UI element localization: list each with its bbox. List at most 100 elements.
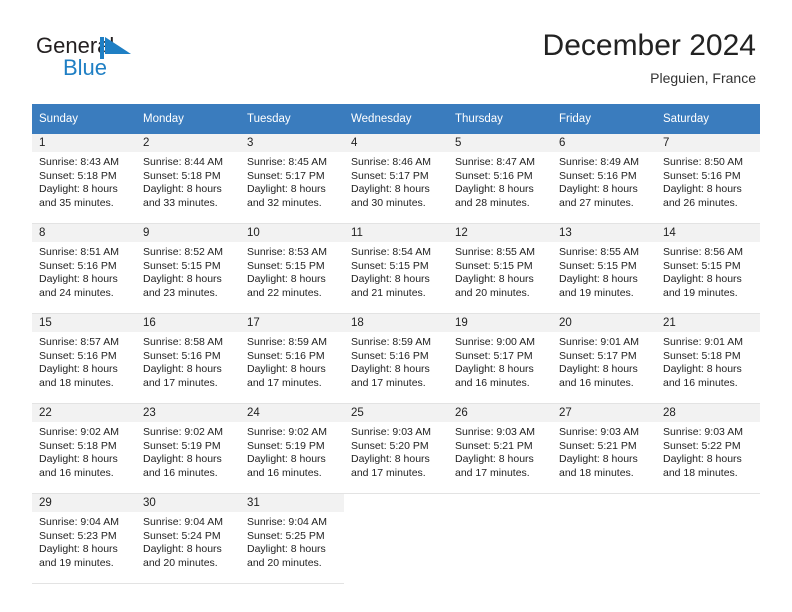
day-details bbox=[656, 512, 760, 516]
calendar-cell: 19 Sunrise: 9:00 AM Sunset: 5:17 PM Dayligh… bbox=[448, 314, 552, 404]
day-cell-10[interactable]: 10 Sunrise: 8:53 AM Sunset: 5:15 PM Dayligh… bbox=[240, 224, 344, 314]
day-cell-11[interactable]: 11 Sunrise: 8:54 AM Sunset: 5:15 PM Dayligh… bbox=[344, 224, 448, 314]
daylight-text-line1: Daylight: 8 hours bbox=[143, 363, 222, 376]
day-cell-31[interactable]: 31 Sunrise: 9:04 AM Sunset: 5:25 PM Dayligh… bbox=[240, 494, 344, 584]
day-cell-18[interactable]: 18 Sunrise: 8:59 AM Sunset: 5:16 PM Dayligh… bbox=[344, 314, 448, 404]
day-cell-22[interactable]: 22 Sunrise: 9:02 AM Sunset: 5:18 PM Dayligh… bbox=[32, 404, 136, 494]
day-details: Sunrise: 8:59 AM Sunset: 5:16 PM Daylight:… bbox=[344, 332, 448, 390]
day-cell-25[interactable]: 25 Sunrise: 9:03 AM Sunset: 5:20 PM Dayligh… bbox=[344, 404, 448, 494]
daylight-text-line2: and 17 minutes. bbox=[247, 376, 322, 389]
day-cell-14[interactable]: 14 Sunrise: 8:56 AM Sunset: 5:15 PM Dayligh… bbox=[656, 224, 760, 314]
calendar-cell: 7 Sunrise: 8:50 AM Sunset: 5:16 PM Daylight… bbox=[656, 134, 760, 224]
daylight-text-line1: Daylight: 8 hours bbox=[39, 183, 118, 196]
day-cell-24[interactable]: 24 Sunrise: 9:02 AM Sunset: 5:19 PM Dayligh… bbox=[240, 404, 344, 494]
calendar-week-row: 8 Sunrise: 8:51 AM Sunset: 5:16 PM Daylight… bbox=[32, 224, 760, 314]
calendar-cell: 10 Sunrise: 8:53 AM Sunset: 5:15 PM Dayligh… bbox=[240, 224, 344, 314]
sunrise-text: Sunrise: 8:55 AM bbox=[559, 246, 639, 258]
day-number: 5 bbox=[448, 134, 552, 152]
daylight-text-line2: and 17 minutes. bbox=[455, 466, 530, 479]
daylight-text-line1: Daylight: 8 hours bbox=[143, 453, 222, 466]
daylight-text-line1: Daylight: 8 hours bbox=[351, 363, 430, 376]
day-cell-5[interactable]: 5 Sunrise: 8:47 AM Sunset: 5:16 PM Daylight… bbox=[448, 134, 552, 224]
sunrise-text: Sunrise: 9:03 AM bbox=[559, 426, 639, 438]
daylight-text-line1: Daylight: 8 hours bbox=[143, 273, 222, 286]
day-details: Sunrise: 8:58 AM Sunset: 5:16 PM Daylight:… bbox=[136, 332, 240, 390]
day-cell-12[interactable]: 12 Sunrise: 8:55 AM Sunset: 5:15 PM Dayligh… bbox=[448, 224, 552, 314]
sunset-text: Sunset: 5:18 PM bbox=[39, 439, 117, 452]
sunrise-text: Sunrise: 8:57 AM bbox=[39, 336, 119, 348]
weekday-header-friday: Friday bbox=[552, 104, 656, 134]
day-number bbox=[344, 494, 448, 512]
weekday-header-monday: Monday bbox=[136, 104, 240, 134]
daylight-text-line1: Daylight: 8 hours bbox=[39, 543, 118, 556]
calendar-cell: 6 Sunrise: 8:49 AM Sunset: 5:16 PM Daylight… bbox=[552, 134, 656, 224]
daylight-text-line1: Daylight: 8 hours bbox=[351, 273, 430, 286]
day-cell-2[interactable]: 2 Sunrise: 8:44 AM Sunset: 5:18 PM Daylight… bbox=[136, 134, 240, 224]
calendar-body: 1 Sunrise: 8:43 AM Sunset: 5:18 PM Daylight… bbox=[32, 134, 760, 584]
day-details: Sunrise: 9:03 AM Sunset: 5:21 PM Daylight:… bbox=[552, 422, 656, 480]
day-cell-21[interactable]: 21 Sunrise: 9:01 AM Sunset: 5:18 PM Dayligh… bbox=[656, 314, 760, 404]
day-cell-6[interactable]: 6 Sunrise: 8:49 AM Sunset: 5:16 PM Daylight… bbox=[552, 134, 656, 224]
calendar-cell: 17 Sunrise: 8:59 AM Sunset: 5:16 PM Dayligh… bbox=[240, 314, 344, 404]
day-details bbox=[344, 512, 448, 516]
day-cell-29[interactable]: 29 Sunrise: 9:04 AM Sunset: 5:23 PM Dayligh… bbox=[32, 494, 136, 584]
day-cell-1[interactable]: 1 Sunrise: 8:43 AM Sunset: 5:18 PM Daylight… bbox=[32, 134, 136, 224]
calendar-cell: 1 Sunrise: 8:43 AM Sunset: 5:18 PM Daylight… bbox=[32, 134, 136, 224]
day-cell-13[interactable]: 13 Sunrise: 8:55 AM Sunset: 5:15 PM Dayligh… bbox=[552, 224, 656, 314]
sunset-text: Sunset: 5:21 PM bbox=[455, 439, 533, 452]
sunrise-text: Sunrise: 9:04 AM bbox=[39, 516, 119, 528]
daylight-text-line1: Daylight: 8 hours bbox=[351, 453, 430, 466]
weekday-header-tuesday: Tuesday bbox=[240, 104, 344, 134]
day-cell-30[interactable]: 30 Sunrise: 9:04 AM Sunset: 5:24 PM Dayligh… bbox=[136, 494, 240, 584]
calendar-cell: 23 Sunrise: 9:02 AM Sunset: 5:19 PM Dayligh… bbox=[136, 404, 240, 494]
daylight-text-line2: and 18 minutes. bbox=[559, 466, 634, 479]
day-number: 2 bbox=[136, 134, 240, 152]
daylight-text-line2: and 19 minutes. bbox=[663, 286, 738, 299]
sunrise-text: Sunrise: 8:52 AM bbox=[143, 246, 223, 258]
sunset-text: Sunset: 5:20 PM bbox=[351, 439, 429, 452]
day-details: Sunrise: 8:46 AM Sunset: 5:17 PM Daylight:… bbox=[344, 152, 448, 210]
sunset-text: Sunset: 5:17 PM bbox=[455, 349, 533, 362]
day-cell-28[interactable]: 28 Sunrise: 9:03 AM Sunset: 5:22 PM Dayligh… bbox=[656, 404, 760, 494]
daylight-text-line1: Daylight: 8 hours bbox=[559, 183, 638, 196]
sunrise-text: Sunrise: 9:01 AM bbox=[559, 336, 639, 348]
day-details: Sunrise: 9:04 AM Sunset: 5:24 PM Daylight:… bbox=[136, 512, 240, 570]
day-details: Sunrise: 8:44 AM Sunset: 5:18 PM Daylight:… bbox=[136, 152, 240, 210]
day-cell-empty bbox=[552, 494, 656, 584]
day-details bbox=[552, 512, 656, 516]
day-details: Sunrise: 8:49 AM Sunset: 5:16 PM Daylight:… bbox=[552, 152, 656, 210]
calendar-page: General Blue December 2024 Pleguien, Fra… bbox=[0, 0, 792, 612]
daylight-text-line1: Daylight: 8 hours bbox=[455, 453, 534, 466]
day-cell-empty bbox=[656, 494, 760, 584]
sunrise-text: Sunrise: 9:03 AM bbox=[351, 426, 431, 438]
day-cell-8[interactable]: 8 Sunrise: 8:51 AM Sunset: 5:16 PM Daylight… bbox=[32, 224, 136, 314]
sunset-text: Sunset: 5:15 PM bbox=[351, 259, 429, 272]
sunset-text: Sunset: 5:23 PM bbox=[39, 529, 117, 542]
day-cell-17[interactable]: 17 Sunrise: 8:59 AM Sunset: 5:16 PM Dayligh… bbox=[240, 314, 344, 404]
daylight-text-line2: and 26 minutes. bbox=[663, 196, 738, 209]
day-cell-26[interactable]: 26 Sunrise: 9:03 AM Sunset: 5:21 PM Dayligh… bbox=[448, 404, 552, 494]
day-details: Sunrise: 8:43 AM Sunset: 5:18 PM Daylight:… bbox=[32, 152, 136, 210]
day-details: Sunrise: 8:50 AM Sunset: 5:16 PM Daylight:… bbox=[656, 152, 760, 210]
calendar-cell: 20 Sunrise: 9:01 AM Sunset: 5:17 PM Dayligh… bbox=[552, 314, 656, 404]
daylight-text-line1: Daylight: 8 hours bbox=[39, 363, 118, 376]
day-cell-15[interactable]: 15 Sunrise: 8:57 AM Sunset: 5:16 PM Dayligh… bbox=[32, 314, 136, 404]
day-cell-20[interactable]: 20 Sunrise: 9:01 AM Sunset: 5:17 PM Dayligh… bbox=[552, 314, 656, 404]
day-cell-27[interactable]: 27 Sunrise: 9:03 AM Sunset: 5:21 PM Dayligh… bbox=[552, 404, 656, 494]
daylight-text-line2: and 24 minutes. bbox=[39, 286, 114, 299]
sunrise-text: Sunrise: 9:02 AM bbox=[39, 426, 119, 438]
day-details bbox=[448, 512, 552, 516]
day-cell-9[interactable]: 9 Sunrise: 8:52 AM Sunset: 5:15 PM Daylight… bbox=[136, 224, 240, 314]
day-cell-23[interactable]: 23 Sunrise: 9:02 AM Sunset: 5:19 PM Dayligh… bbox=[136, 404, 240, 494]
brand-logo[interactable]: General Blue bbox=[36, 34, 246, 86]
day-details: Sunrise: 8:51 AM Sunset: 5:16 PM Daylight:… bbox=[32, 242, 136, 300]
day-details: Sunrise: 8:52 AM Sunset: 5:15 PM Daylight:… bbox=[136, 242, 240, 300]
day-cell-19[interactable]: 19 Sunrise: 9:00 AM Sunset: 5:17 PM Dayligh… bbox=[448, 314, 552, 404]
daylight-text-line2: and 19 minutes. bbox=[559, 286, 634, 299]
day-cell-3[interactable]: 3 Sunrise: 8:45 AM Sunset: 5:17 PM Daylight… bbox=[240, 134, 344, 224]
sunrise-text: Sunrise: 9:02 AM bbox=[247, 426, 327, 438]
day-cell-7[interactable]: 7 Sunrise: 8:50 AM Sunset: 5:16 PM Daylight… bbox=[656, 134, 760, 224]
day-cell-16[interactable]: 16 Sunrise: 8:58 AM Sunset: 5:16 PM Dayligh… bbox=[136, 314, 240, 404]
day-cell-4[interactable]: 4 Sunrise: 8:46 AM Sunset: 5:17 PM Daylight… bbox=[344, 134, 448, 224]
day-number: 9 bbox=[136, 224, 240, 242]
